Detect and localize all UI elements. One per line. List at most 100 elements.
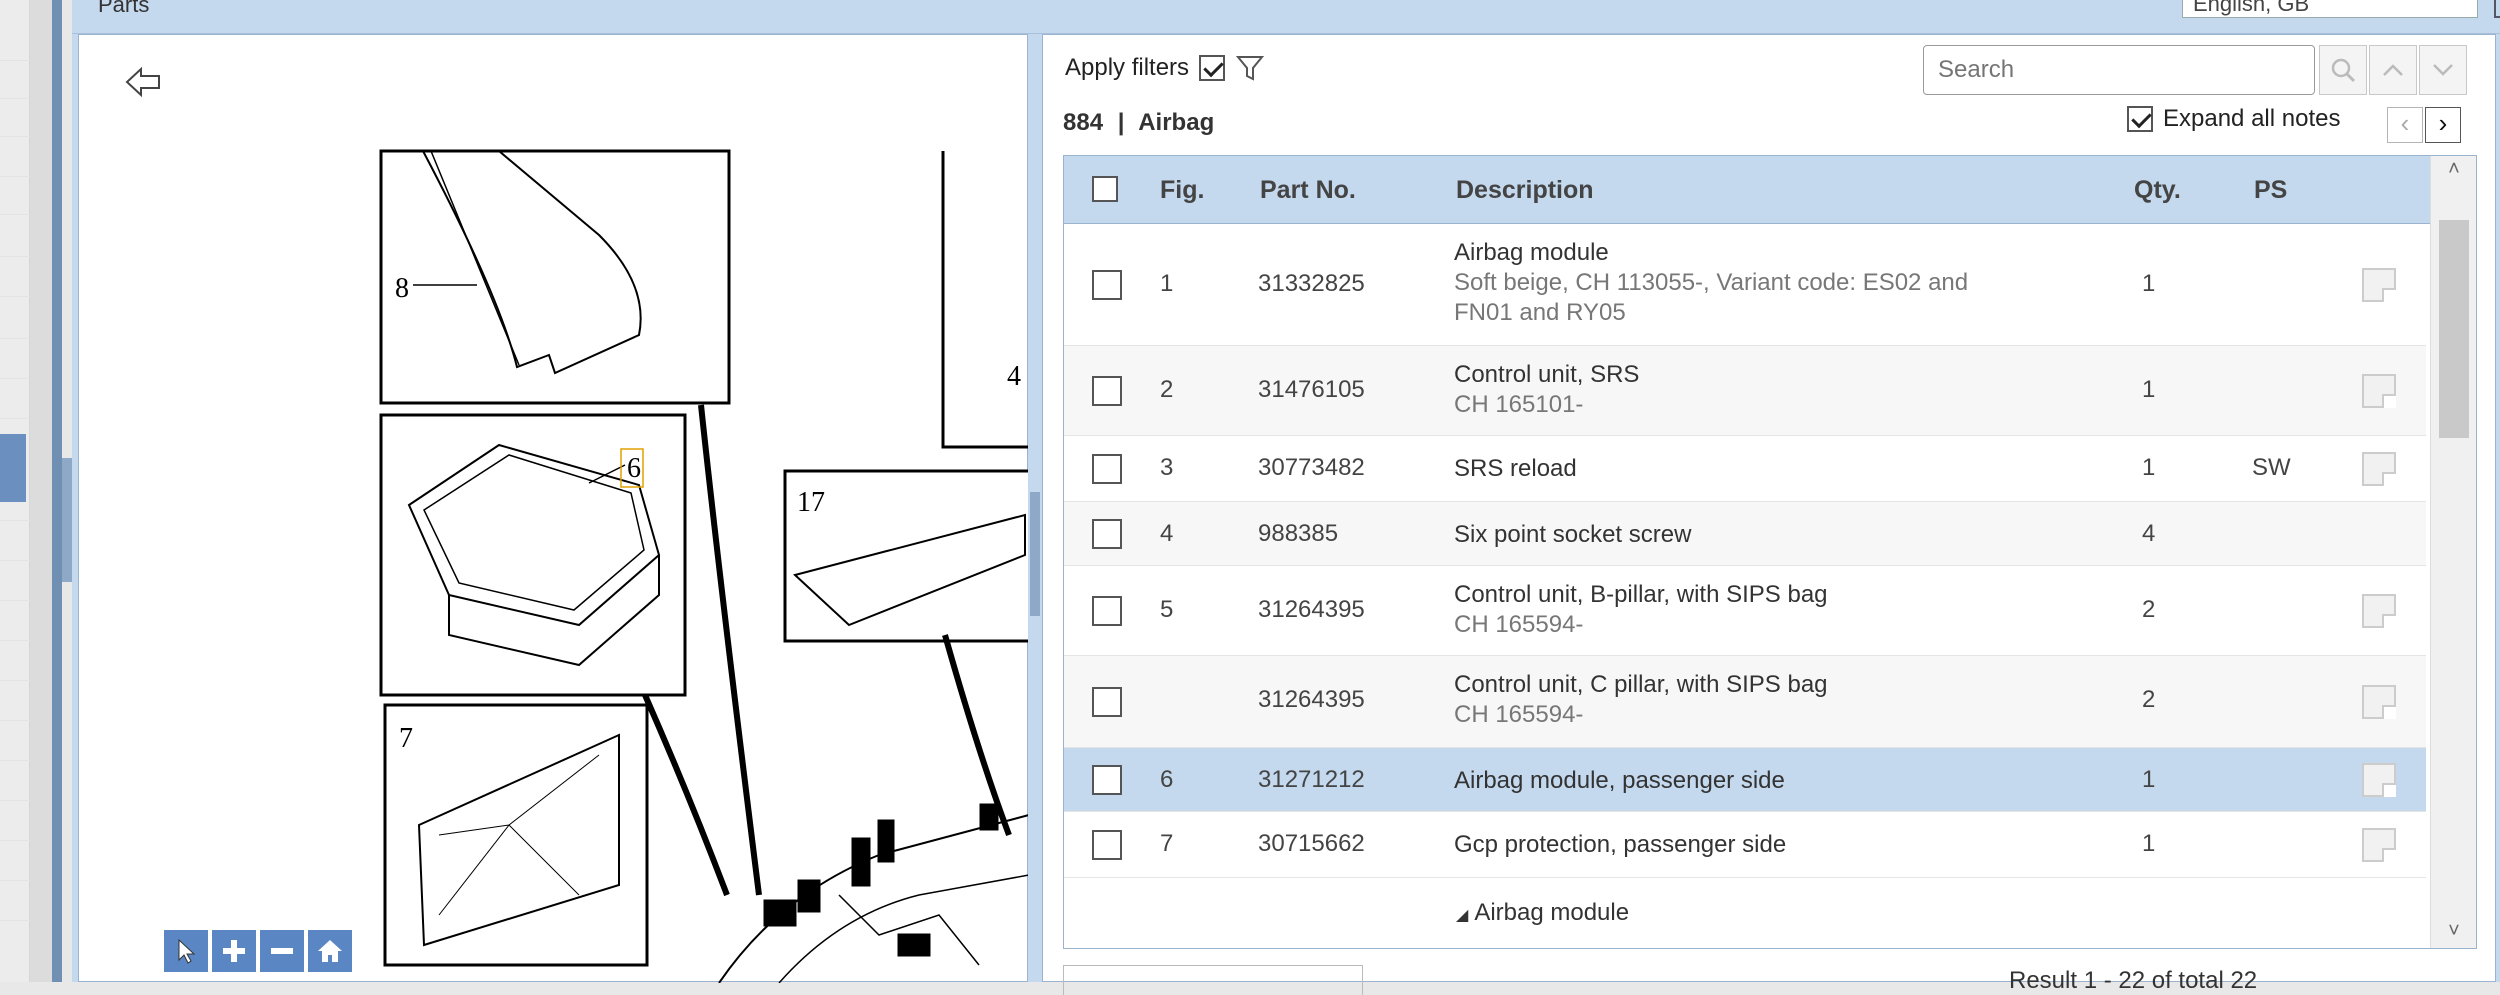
note-icon[interactable] — [2362, 684, 2396, 719]
select-all-checkbox[interactable] — [1092, 176, 1118, 202]
fig-number: 2 — [1160, 376, 1174, 403]
row-checkbox[interactable] — [1092, 375, 1122, 406]
part-number[interactable]: 31418251 — [1258, 948, 1365, 949]
search-button[interactable] — [2319, 45, 2367, 95]
quantity: 1 — [2142, 766, 2156, 793]
quantity: 1 — [2142, 270, 2156, 297]
table-scrollbar[interactable]: ˄ ˅ — [2430, 156, 2476, 948]
fig-number: 6 — [1160, 766, 1174, 793]
search-input[interactable] — [1923, 45, 2315, 95]
zoom-toolbar — [162, 928, 354, 974]
column-qty[interactable]: Qty. — [2134, 176, 2181, 205]
pointer-tool-button[interactable] — [162, 928, 210, 974]
row-checkbox[interactable] — [1092, 269, 1122, 300]
table-row[interactable]: 5 31264395 Control unit, B-pillar, with … — [1064, 566, 2426, 656]
result-count: Result 1 - 22 of total 22 — [2009, 967, 2258, 994]
expand-notes-checkbox[interactable] — [2127, 106, 2153, 132]
expand-notes-row: Expand all notes — [2127, 105, 2340, 133]
zoom-home-button[interactable] — [306, 928, 354, 974]
callout-7[interactable]: 7 — [399, 723, 413, 754]
note-icon[interactable] — [2362, 762, 2396, 797]
scrollbar-thumb[interactable] — [2439, 220, 2469, 438]
ps-code: SW — [2252, 454, 2291, 481]
column-fig[interactable]: Fig. — [1160, 176, 1204, 205]
table-row[interactable]: 7 30715662 Gcp protection, passenger sid… — [1064, 812, 2426, 878]
row-checkbox[interactable] — [1092, 453, 1122, 484]
description-title: Control unit, SRS — [1454, 361, 1640, 388]
description-title: Airbag module — [1454, 239, 1609, 266]
part-number[interactable]: 31476105 — [1258, 376, 1365, 404]
part-number[interactable]: 31264395 — [1258, 686, 1365, 714]
left-nav-selected-item[interactable] — [0, 434, 26, 502]
part-number[interactable]: 31264395 — [1258, 596, 1365, 624]
table-row[interactable]: 2 31476105 Control unit, SRS CH 165101- … — [1064, 346, 2426, 436]
table-row[interactable]: 3 30773482 SRS reload 1 SW — [1064, 436, 2426, 502]
row-checkbox[interactable] — [1092, 764, 1122, 795]
callout-8[interactable]: 8 — [395, 273, 409, 304]
note-icon[interactable] — [2362, 373, 2396, 408]
language-select[interactable]: English, GB — [2182, 0, 2478, 18]
parts-header: Parts English, GB — [72, 0, 2500, 34]
table-header: Fig. Part No. Description Qty. PS — [1064, 156, 2476, 224]
table-row[interactable]: ◢ Airbag module 8 31418251 1 — [1064, 878, 2426, 949]
zoom-in-button[interactable] — [210, 928, 258, 974]
group-title: 884 | Airbag — [1063, 109, 1214, 137]
print-icon[interactable] — [2494, 0, 2500, 18]
group-subheader[interactable]: ◢ Airbag module — [1456, 898, 1629, 931]
zoom-out-button[interactable] — [258, 928, 306, 974]
scroll-up-icon[interactable]: ˄ — [2431, 158, 2476, 186]
apply-filters-checkbox[interactable] — [1199, 55, 1226, 81]
column-part-no[interactable]: Part No. — [1260, 176, 1356, 205]
table-row[interactable]: 4 988385 Six point socket screw 4 — [1064, 502, 2426, 566]
part-number[interactable]: 31332825 — [1258, 270, 1365, 298]
note-icon[interactable] — [2362, 827, 2396, 862]
row-checkbox[interactable] — [1092, 829, 1122, 860]
table-row-selected[interactable]: 6 31271212 Airbag module, passenger side… — [1064, 748, 2426, 812]
description-note: CH 165594- — [1454, 611, 1584, 638]
row-checkbox[interactable] — [1092, 686, 1122, 717]
table-body: 1 31332825 Airbag module Soft beige, CH … — [1064, 224, 2426, 949]
panel-splitter[interactable] — [1028, 34, 1042, 982]
filter-row: Apply filters — [1065, 53, 1265, 83]
column-description[interactable]: Description — [1456, 176, 1594, 205]
description-note: CH 165101- — [1454, 391, 1584, 418]
note-icon[interactable] — [2362, 267, 2396, 302]
row-checkbox[interactable] — [1092, 595, 1122, 626]
quantity: 1 — [2142, 830, 2156, 857]
part-number[interactable]: 30773482 — [1258, 454, 1365, 482]
parts-illustration: 8 6 17 7 4 — [379, 149, 1029, 983]
note-icon[interactable] — [2362, 593, 2396, 628]
next-group-button[interactable]: › — [2425, 107, 2461, 143]
note-icon[interactable] — [2362, 451, 2396, 486]
quantity: 1 — [2142, 948, 2155, 949]
fig-number: 7 — [1160, 830, 1174, 857]
fig-number: 4 — [1160, 520, 1174, 547]
row-checkbox[interactable] — [1092, 518, 1122, 549]
group-navigation: ‹ › — [2387, 107, 2461, 143]
group-subheader-label: Airbag module — [1474, 899, 1630, 926]
part-number[interactable]: 30715662 — [1258, 830, 1365, 858]
footer-control[interactable] — [1063, 965, 1363, 995]
description-title: Control unit, B-pillar, with SIPS bag — [1454, 581, 1828, 608]
group-separator: | — [1117, 109, 1125, 136]
callout-4[interactable]: 4 — [1007, 361, 1021, 392]
callout-17[interactable]: 17 — [797, 487, 825, 518]
part-number[interactable]: 31271212 — [1258, 766, 1365, 794]
previous-match-button[interactable] — [2369, 45, 2417, 95]
scroll-down-icon[interactable]: ˅ — [2431, 920, 2476, 948]
parts-list-panel: Apply filters 884 | Airbag Expand all no… — [1042, 34, 2496, 995]
next-match-button[interactable] — [2419, 45, 2467, 95]
illustration-panel: 8 6 17 7 4 — [78, 34, 1029, 983]
column-ps[interactable]: PS — [2254, 176, 2287, 205]
callout-6[interactable]: 6 — [627, 453, 641, 484]
description-title: Gcp protection, passenger side — [1454, 831, 1787, 858]
chevron-up-icon — [2383, 64, 2403, 76]
part-number[interactable]: 988385 — [1258, 520, 1338, 548]
table-row[interactable]: 31264395 Control unit, C pillar, with SI… — [1064, 656, 2426, 748]
fig-number: 3 — [1160, 454, 1174, 481]
previous-group-button[interactable]: ‹ — [2387, 107, 2423, 143]
funnel-icon[interactable] — [1235, 53, 1265, 83]
left-navigation-strip — [0, 0, 30, 982]
description-note: Soft beige, CH 113055-, Variant code: ES… — [1454, 269, 1969, 326]
table-row[interactable]: 1 31332825 Airbag module Soft beige, CH … — [1064, 224, 2426, 346]
